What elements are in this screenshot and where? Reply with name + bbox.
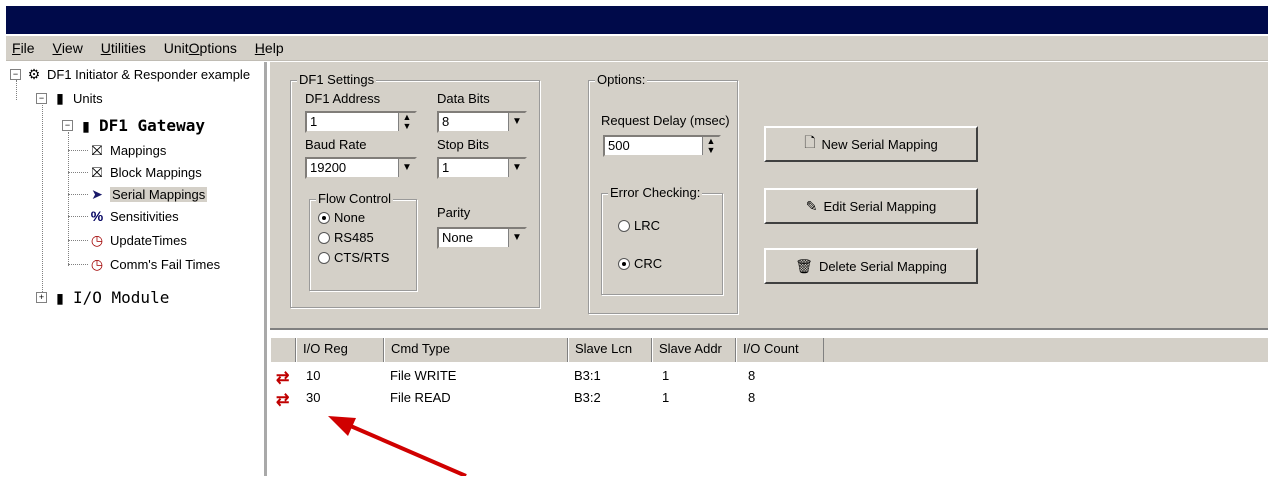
annotation-arrow [328,416,467,476]
